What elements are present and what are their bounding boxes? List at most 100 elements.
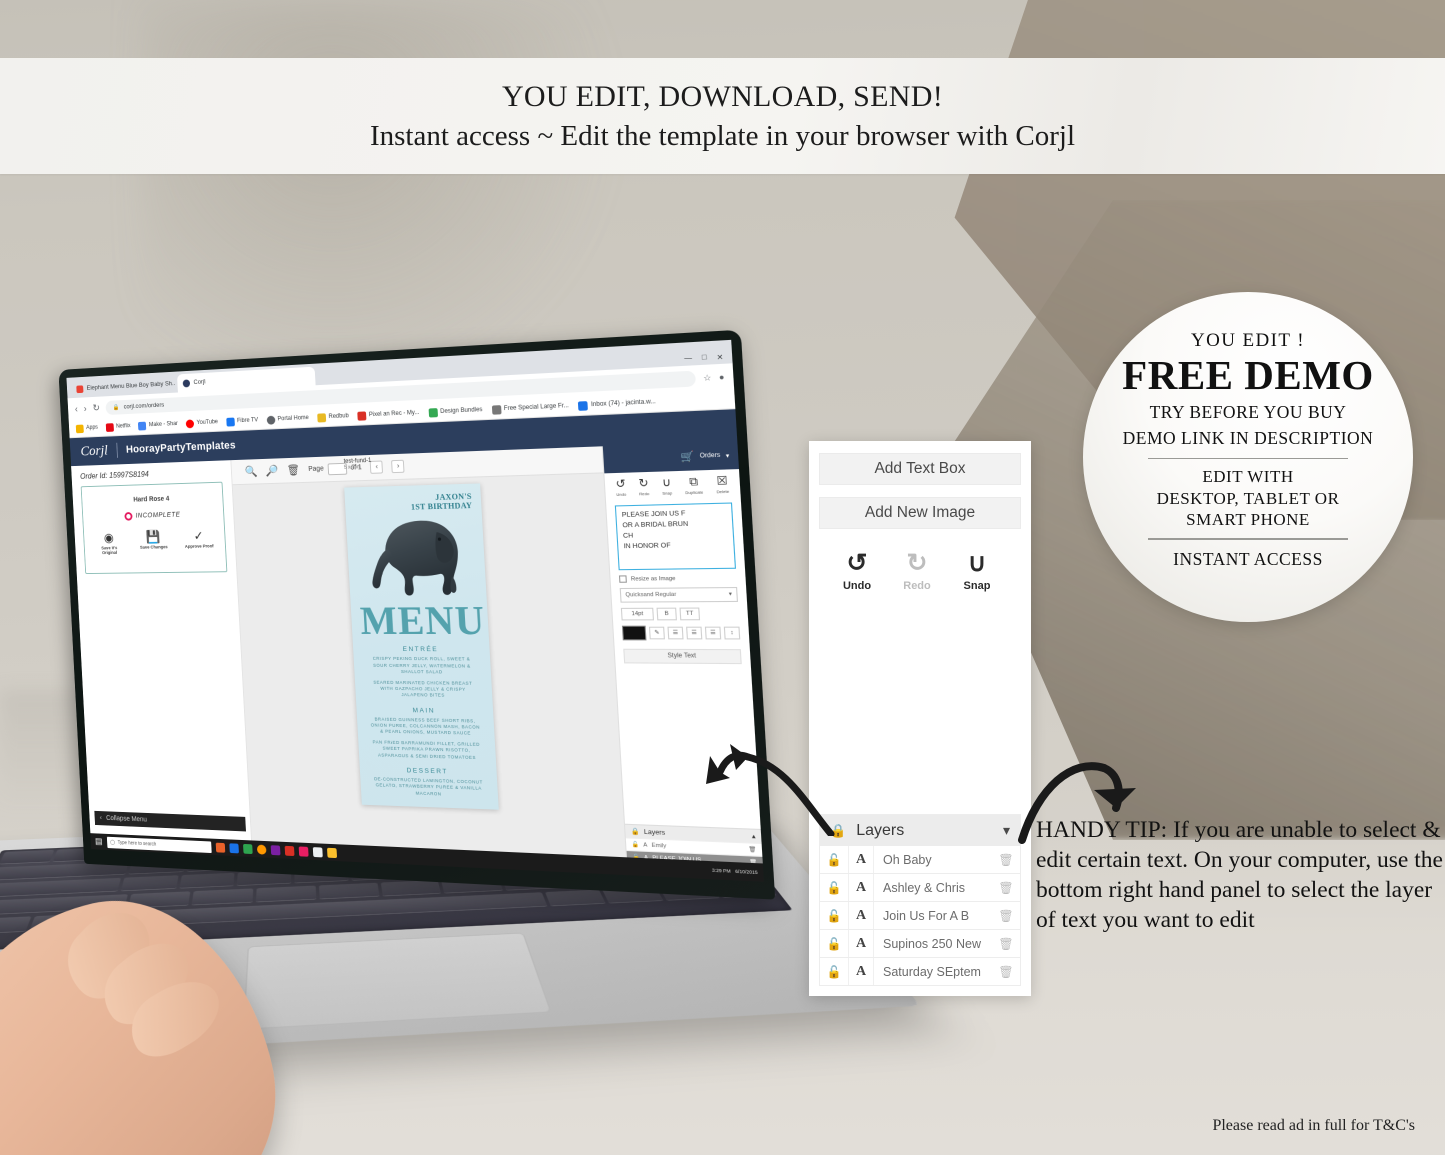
corjl-logo[interactable]: Corjl — [80, 443, 108, 460]
trash-icon[interactable]: 🗑 — [748, 846, 756, 853]
bookmark-item[interactable]: Free Special Large Fr... — [491, 401, 569, 415]
bookmark-item[interactable]: Pixel an Rec - My... — [357, 408, 420, 421]
approve-check-icon: ✓ — [193, 528, 204, 543]
reload-icon[interactable]: ↻ — [92, 403, 100, 414]
trash-icon[interactable]: 🗑 — [992, 881, 1020, 895]
bookmark-item[interactable]: Design Bundles — [428, 405, 483, 418]
bookmark-item[interactable]: Portal Home — [266, 414, 309, 425]
redo-button[interactable]: ↻ Redo — [638, 477, 649, 496]
text-color-swatch[interactable] — [621, 625, 647, 641]
text-content-textarea[interactable]: PLEASE JOIN US F OR A BRIDAL BRUN CH IN … — [614, 502, 737, 571]
layers-panel-header[interactable]: 🔒 Layers ▾ — [820, 815, 1020, 846]
delete-button[interactable]: ☒ Delete — [716, 475, 729, 495]
chevron-down-icon[interactable]: ▾ — [1003, 822, 1010, 839]
order-card[interactable]: Hard Rose 4 INCOMPLETE ◉ Save it's Origi… — [80, 481, 228, 575]
taskbar-app-icon[interactable] — [298, 845, 309, 857]
bookmark-item[interactable]: Make - Shar — [138, 420, 178, 431]
profile-icon[interactable]: ● — [719, 372, 725, 382]
prev-page-button[interactable]: ‹ — [370, 460, 384, 474]
bookmark-star-icon[interactable]: ☆ — [703, 372, 712, 382]
style-text-dropdown[interactable]: Style Text — [623, 648, 742, 665]
font-size-input[interactable]: 14pt — [620, 607, 654, 621]
taskbar-app-icon[interactable] — [215, 842, 225, 853]
orders-button[interactable]: 🛒 Orders ▾ — [602, 441, 739, 474]
align-right-icon[interactable]: ☰ — [704, 626, 722, 640]
save-original-button[interactable]: ◉ Save it's Original — [94, 530, 125, 556]
tool-label: Duplicate — [685, 489, 704, 496]
add-new-image-button[interactable]: Add New Image — [819, 497, 1021, 529]
taskbar-app-icon[interactable] — [256, 844, 267, 855]
lock-open-icon[interactable]: 🔓 — [820, 853, 848, 867]
bookmark-favicon-icon — [225, 417, 235, 427]
approve-proof-button[interactable]: ✓ Approve Proof — [183, 528, 215, 554]
layer-row[interactable]: 🔓 A Oh Baby 🗑 — [820, 846, 1020, 874]
back-arrow-icon[interactable]: ‹ — [75, 404, 78, 414]
trash-icon[interactable]: 🗑 — [992, 965, 1020, 979]
bookmark-item[interactable]: Netflix — [105, 422, 131, 432]
taskbar-app-icon[interactable] — [312, 846, 323, 857]
next-page-button[interactable]: › — [391, 459, 405, 474]
layer-name: Ashley & Chris — [883, 880, 965, 895]
layers-title: Layers — [856, 821, 905, 839]
save-changes-button[interactable]: 💾 Save Changes — [138, 529, 169, 555]
top-banner: YOU EDIT, DOWNLOAD, SEND! Instant access… — [0, 58, 1445, 174]
bookmark-item[interactable]: Fibre TV — [225, 416, 258, 427]
key — [0, 849, 55, 864]
action-label: Save Changes — [139, 544, 168, 550]
duplicate-button[interactable]: ⧉ Duplicate — [684, 476, 704, 496]
bookmark-item[interactable]: Apps — [75, 423, 98, 433]
lock-open-icon[interactable]: 🔓 — [820, 881, 848, 895]
chevron-down-icon: ▾ — [728, 591, 733, 598]
menu-design-card[interactable]: JAXON'S 1ST BIRTHDAY MENU ENTRÉE CRISPY … — [344, 483, 499, 810]
minimize-icon[interactable]: — — [684, 355, 692, 364]
line-height-icon[interactable]: ↕ — [723, 626, 741, 640]
order-card-actions: ◉ Save it's Original 💾 Save Changes ✓ Ap… — [94, 528, 215, 556]
layer-row[interactable]: 🔓 A Saturday SEptem 🗑 — [820, 958, 1020, 986]
bookmark-item[interactable]: Inbox (74) - jacinta.w... — [578, 397, 656, 411]
layer-row[interactable]: 🔓 A Join Us For A B 🗑 — [820, 902, 1020, 930]
tool-label: Undo — [616, 491, 627, 498]
taskbar-search-input[interactable]: ◯ Type here to search — [106, 836, 212, 853]
taskbar-app-icon[interactable] — [326, 847, 337, 858]
zoom-out-icon[interactable]: 🔎 — [265, 464, 278, 477]
bookmark-item[interactable]: Redbub — [317, 412, 349, 423]
resize-as-image-checkbox[interactable]: Resize as Image — [618, 574, 737, 583]
eyedropper-icon[interactable]: ✎ — [648, 626, 665, 640]
snap-button[interactable]: ∪ Snap — [951, 551, 1003, 593]
italic-button[interactable]: TT — [679, 607, 701, 621]
bookmark-item[interactable]: YouTube — [185, 418, 219, 428]
maximize-icon[interactable]: □ — [702, 354, 707, 363]
taskbar-app-icon[interactable] — [270, 844, 281, 855]
taskbar-app-icon[interactable] — [284, 845, 295, 856]
trash-icon[interactable]: 🗑 — [992, 909, 1020, 923]
lock-open-icon[interactable]: 🔓 — [631, 841, 639, 848]
align-left-icon[interactable]: ☰ — [667, 626, 684, 640]
key — [192, 888, 254, 905]
undo-button[interactable]: ↺ Undo — [615, 478, 627, 498]
close-window-icon[interactable]: ✕ — [716, 353, 724, 362]
forward-arrow-icon[interactable]: › — [83, 403, 86, 413]
zoom-in-icon[interactable]: 🔍 — [244, 465, 257, 478]
taskbar-app-icon[interactable] — [228, 842, 239, 853]
undo-button[interactable]: ↺ Undo — [831, 551, 883, 593]
windows-start-icon[interactable]: ▤ — [95, 836, 103, 847]
key — [120, 875, 179, 891]
redo-button[interactable]: ↻ Redo — [891, 551, 943, 593]
add-text-box-button[interactable]: Add Text Box — [819, 453, 1021, 485]
trash-icon[interactable]: 🗑 — [286, 463, 300, 476]
layer-row[interactable]: 🔓 A Supinos 250 New 🗑 — [820, 930, 1020, 958]
snap-magnet-icon: ∪ — [661, 476, 672, 490]
trash-icon[interactable]: 🗑 — [992, 937, 1020, 951]
trash-icon[interactable]: 🗑 — [992, 853, 1020, 867]
bookmark-label: YouTube — [196, 419, 219, 426]
snap-button[interactable]: ∪ Snap — [661, 476, 673, 496]
collapse-menu-button[interactable]: ‹ Collapse Menu — [94, 810, 246, 832]
bold-button[interactable]: B — [656, 607, 677, 621]
lock-open-icon[interactable]: 🔓 — [820, 937, 848, 951]
font-family-select[interactable]: Quicksand Regular ▾ — [619, 586, 739, 603]
layer-row[interactable]: 🔓 A Ashley & Chris 🗑 — [820, 874, 1020, 902]
taskbar-app-icon[interactable] — [242, 843, 253, 854]
align-center-icon[interactable]: ☰ — [686, 626, 703, 640]
lock-open-icon[interactable]: 🔓 — [820, 965, 848, 979]
lock-open-icon[interactable]: 🔓 — [820, 909, 848, 923]
